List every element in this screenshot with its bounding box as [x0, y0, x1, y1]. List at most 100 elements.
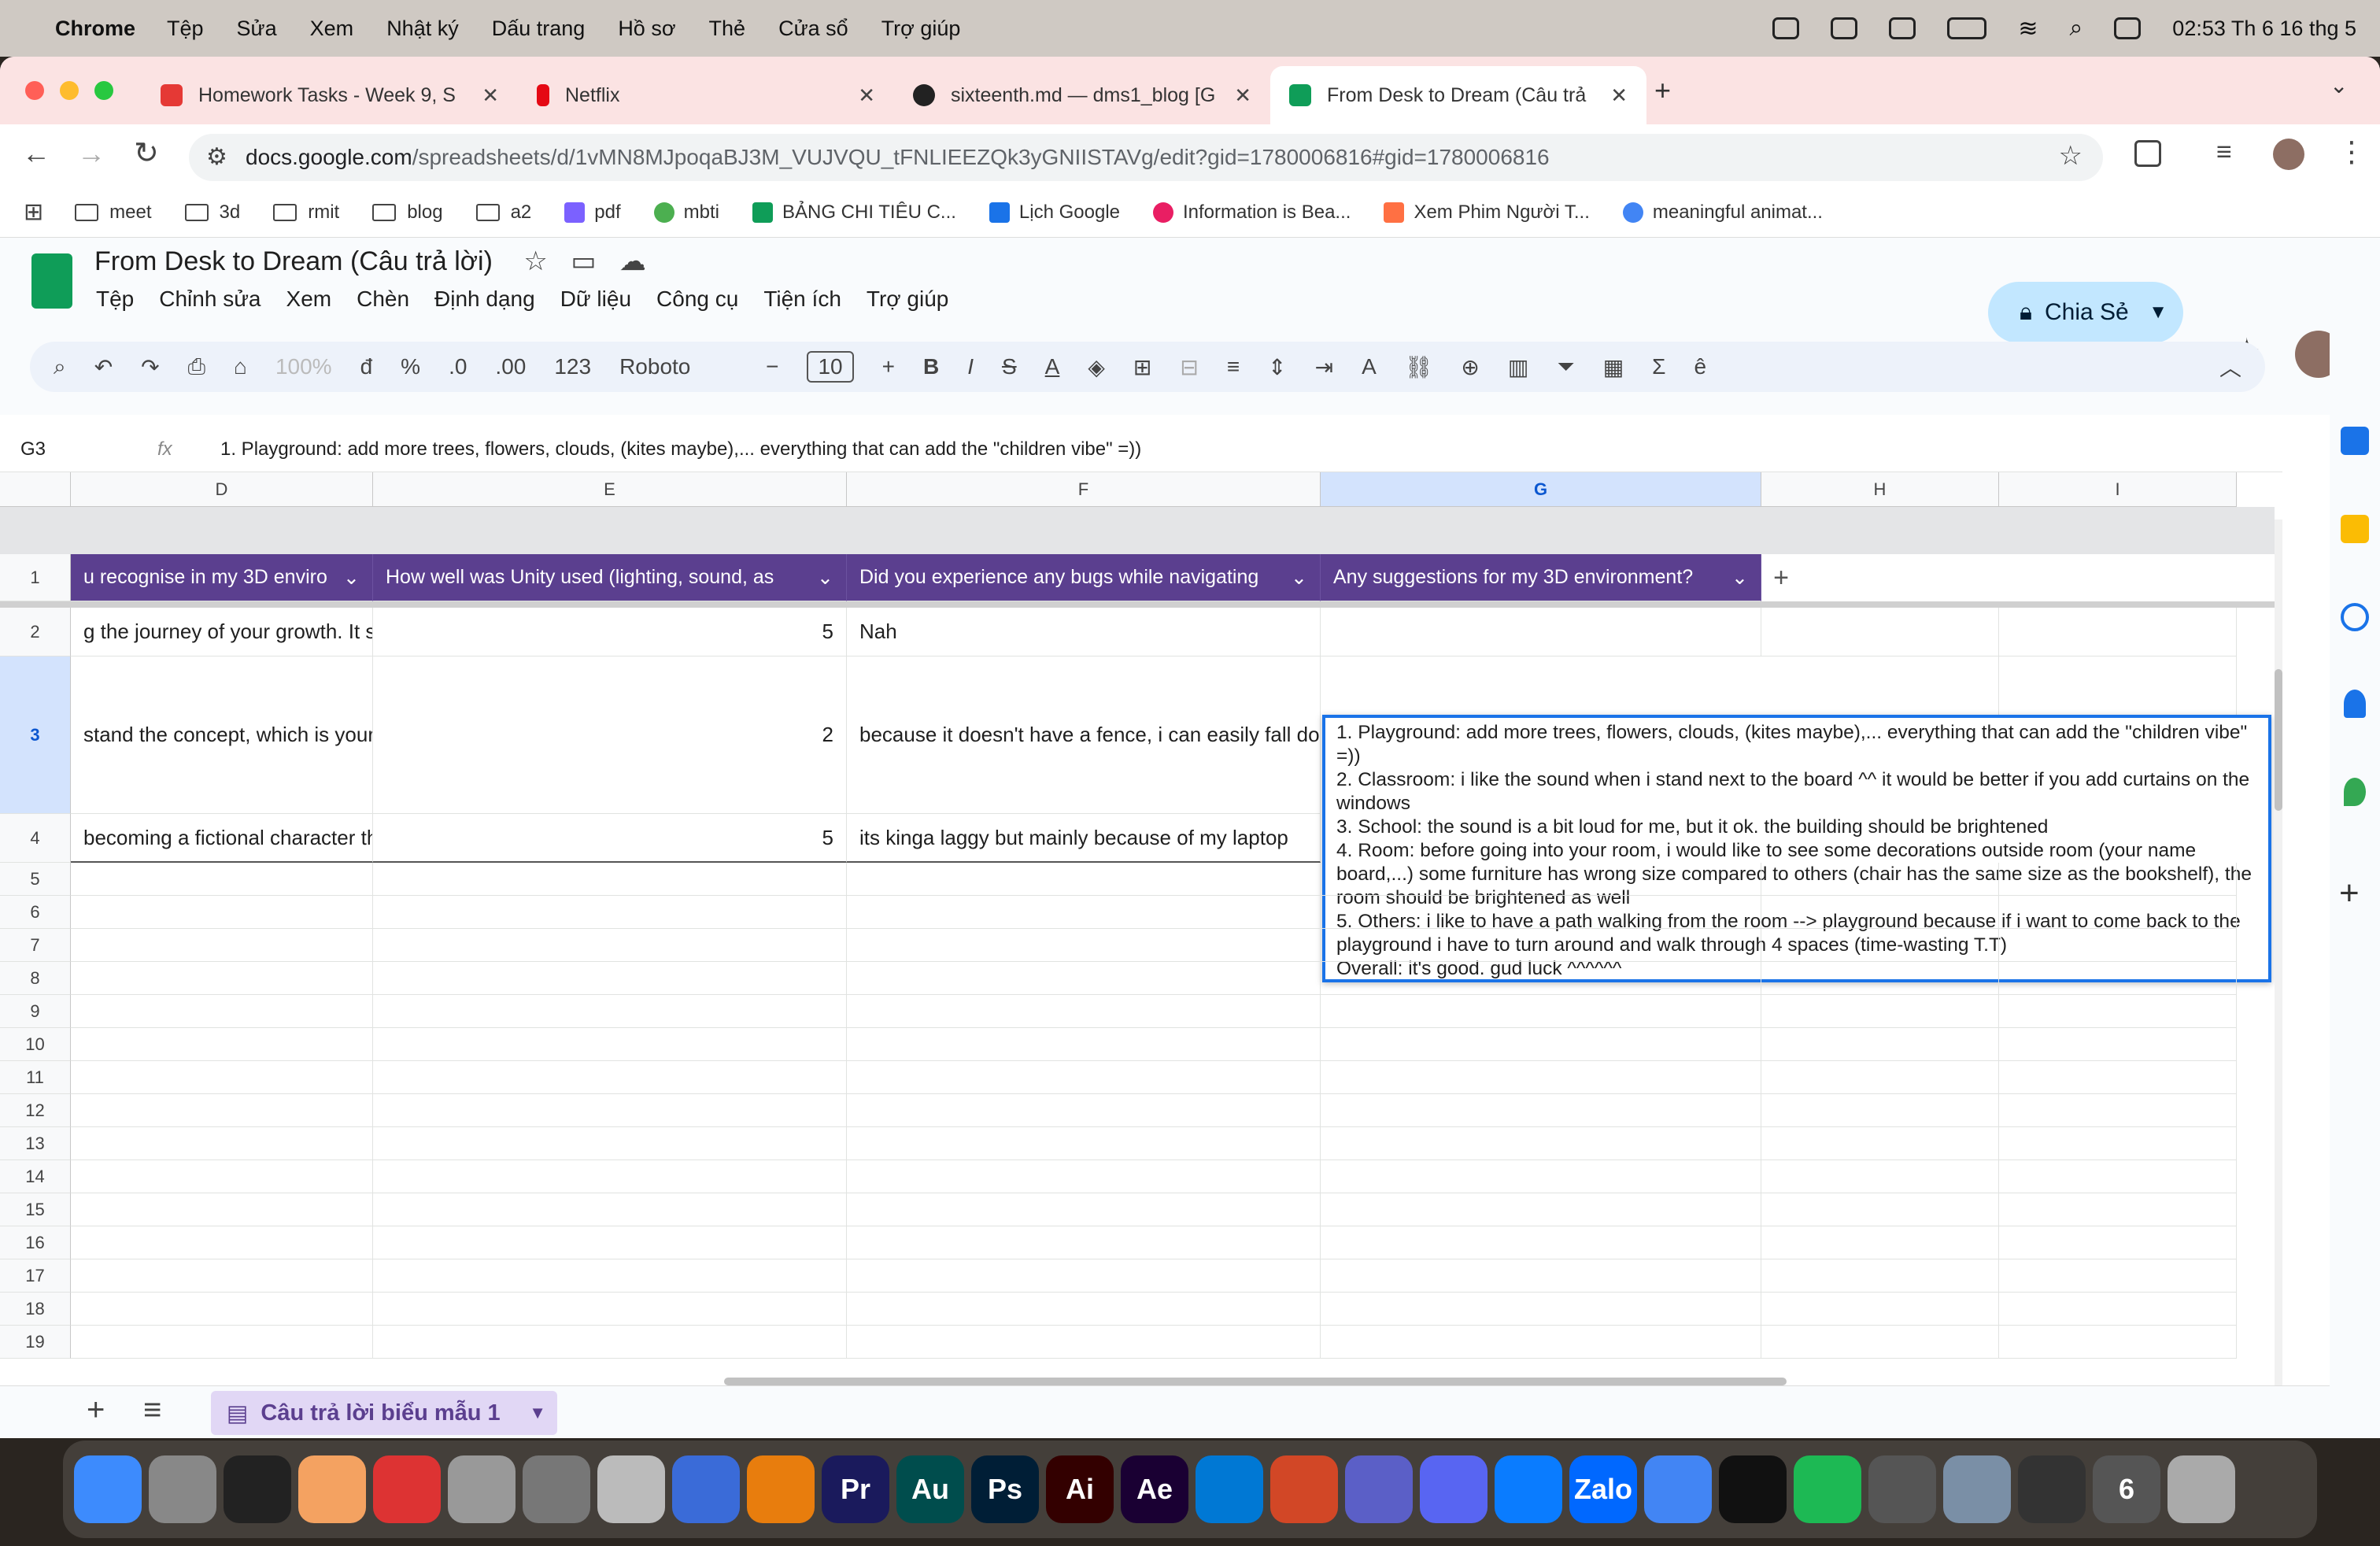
freeze-divider[interactable]: [0, 601, 2275, 608]
capcut-icon[interactable]: [1719, 1455, 1787, 1523]
spotify-icon[interactable]: [1794, 1455, 1861, 1523]
row-header[interactable]: 16: [0, 1226, 71, 1259]
row-header[interactable]: 10: [0, 1028, 71, 1061]
table-cell[interactable]: [1761, 863, 1999, 896]
table-cell[interactable]: [1321, 1160, 1761, 1193]
table-cell[interactable]: [71, 995, 373, 1028]
row-header[interactable]: 3: [0, 656, 71, 814]
row-header[interactable]: 8: [0, 962, 71, 995]
table-cell[interactable]: [1321, 1028, 1761, 1061]
row-header[interactable]: 7: [0, 929, 71, 962]
filter-icon[interactable]: ⏷: [1557, 354, 1574, 380]
vertical-align-icon[interactable]: ⇕: [1268, 354, 1286, 380]
table-cell[interactable]: [1761, 608, 1999, 656]
table-cell[interactable]: [1999, 962, 2237, 995]
docs-menu-file[interactable]: Tệp: [96, 287, 134, 312]
bookmark[interactable]: Xem Phim Người T...: [1384, 202, 1590, 224]
docs-menu-help[interactable]: Trợ giúp: [867, 287, 948, 312]
row-header[interactable]: 1: [0, 554, 71, 601]
profile-avatar[interactable]: [2273, 139, 2304, 170]
close-icon[interactable]: ✕: [858, 83, 875, 108]
select-all-corner[interactable]: [0, 472, 71, 507]
media-icon[interactable]: ≡: [2216, 137, 2232, 168]
row-header[interactable]: 4: [0, 814, 71, 863]
table-cell[interactable]: [373, 929, 847, 962]
formula-input[interactable]: 1. Playground: add more trees, flowers, …: [220, 438, 1141, 460]
add-addon-icon[interactable]: +: [2339, 874, 2360, 913]
table-cell[interactable]: [1761, 1226, 1999, 1259]
table-cell[interactable]: [71, 1259, 373, 1293]
settings-icon[interactable]: [523, 1455, 590, 1523]
bookmark[interactable]: pdf: [564, 202, 621, 224]
table-cell[interactable]: [1999, 1127, 2237, 1160]
browser-tab[interactable]: Homework Tasks - Week 9, S ✕: [142, 66, 518, 124]
table-cell[interactable]: [1321, 1094, 1761, 1127]
keep-icon[interactable]: [2341, 515, 2369, 543]
status-icon[interactable]: [1889, 17, 1916, 39]
column-header-e[interactable]: E: [373, 472, 847, 507]
scrollbar-thumb[interactable]: [2275, 669, 2282, 811]
table-cell[interactable]: [1321, 1326, 1761, 1359]
zoom-window-button[interactable]: [94, 81, 113, 100]
table-cell[interactable]: [71, 863, 373, 896]
menu-window[interactable]: Cửa sổ: [778, 17, 848, 41]
row-header[interactable]: 5: [0, 863, 71, 896]
add-column-icon[interactable]: +: [1761, 554, 1801, 601]
table-cell[interactable]: [373, 995, 847, 1028]
table-cell[interactable]: its kinga laggy but mainly because of my…: [847, 814, 1321, 863]
table-cell[interactable]: [1999, 1028, 2237, 1061]
illustrator-icon[interactable]: Ai: [1046, 1455, 1114, 1523]
wifi-icon[interactable]: ≋: [2018, 15, 2038, 43]
table-cell[interactable]: [1761, 1193, 1999, 1226]
table-cell[interactable]: [1321, 1259, 1761, 1293]
table-cell[interactable]: [71, 1061, 373, 1094]
row-header[interactable]: 9: [0, 995, 71, 1028]
table-cell[interactable]: [1321, 863, 1761, 896]
table-cell[interactable]: [1999, 995, 2237, 1028]
collapse-toolbar-icon[interactable]: ︿: [2219, 351, 2241, 383]
table-cell[interactable]: [847, 1094, 1321, 1127]
table-cell[interactable]: [847, 863, 1321, 896]
blender-icon[interactable]: [747, 1455, 815, 1523]
table-cell[interactable]: [1761, 1094, 1999, 1127]
sheet-tab[interactable]: ▤ Câu trả lời biểu mẫu 1 ▼: [211, 1391, 557, 1435]
search-icon[interactable]: ⌕: [54, 354, 66, 380]
table-cell[interactable]: [1321, 1193, 1761, 1226]
table-cell[interactable]: [71, 962, 373, 995]
table-cell[interactable]: 2: [373, 656, 847, 814]
decrease-decimal-button[interactable]: .0: [449, 354, 467, 379]
table-cell[interactable]: [1321, 896, 1761, 929]
menu-help[interactable]: Trợ giúp: [881, 17, 961, 41]
rotate-icon[interactable]: A: [1362, 354, 1377, 379]
reload-icon[interactable]: ↻: [134, 135, 159, 171]
header-cell[interactable]: Any suggestions for my 3D environment? ⌄: [1321, 554, 1761, 601]
comment-icon[interactable]: ⊕: [1461, 354, 1479, 380]
table-cell[interactable]: [373, 1061, 847, 1094]
table-cell[interactable]: Nah: [847, 608, 1321, 656]
table-cell[interactable]: [1999, 1061, 2237, 1094]
messenger-icon[interactable]: [1495, 1455, 1562, 1523]
close-icon[interactable]: ✕: [482, 83, 499, 108]
row-header[interactable]: 12: [0, 1094, 71, 1127]
close-window-button[interactable]: [25, 81, 44, 100]
premiere-icon[interactable]: Pr: [822, 1455, 889, 1523]
table-cell[interactable]: [373, 1226, 847, 1259]
align-icon[interactable]: ≡: [1227, 354, 1240, 379]
increase-decimal-button[interactable]: .00: [495, 354, 526, 379]
table-cell[interactable]: [373, 1326, 847, 1359]
extensions-icon[interactable]: [2134, 140, 2161, 167]
table-cell[interactable]: [1999, 1160, 2237, 1193]
preview-icon[interactable]: [1943, 1455, 2011, 1523]
table-cell[interactable]: [71, 1226, 373, 1259]
name-box[interactable]: G3: [0, 438, 157, 460]
text-color-icon[interactable]: A: [1045, 354, 1060, 379]
bookmark[interactable]: meet: [75, 202, 152, 224]
table-cell[interactable]: [847, 1028, 1321, 1061]
battery-icon[interactable]: [1947, 17, 1987, 39]
font-size-input[interactable]: 10: [807, 351, 854, 383]
horizontal-scrollbar[interactable]: [724, 1378, 1787, 1385]
table-cell[interactable]: [847, 1061, 1321, 1094]
discord-icon[interactable]: [1420, 1455, 1488, 1523]
table-cell[interactable]: [847, 929, 1321, 962]
share-button[interactable]: 🔒︎ Chia Sẻ ▼: [1988, 282, 2183, 343]
